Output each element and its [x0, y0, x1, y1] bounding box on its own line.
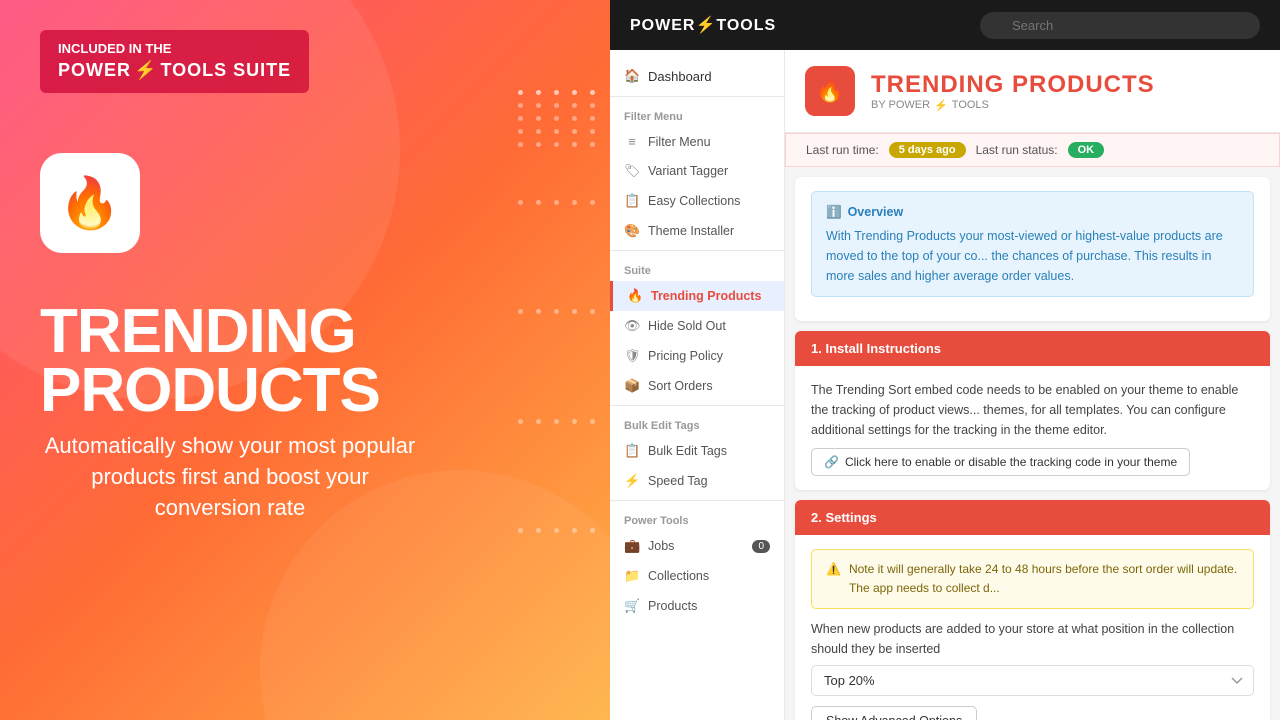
topbar: POWER⚡TOOLS 🔍 — [610, 0, 1280, 50]
jobs-badge: 0 — [752, 540, 770, 553]
external-link-icon: 🔗 — [824, 455, 839, 469]
sidebar-item-sort-orders[interactable]: 📦 Sort Orders — [610, 371, 784, 401]
tracking-code-button[interactable]: 🔗 Click here to enable or disable the tr… — [811, 448, 1190, 476]
status-bar: Last run time: 5 days ago Last run statu… — [785, 133, 1280, 167]
sidebar-item-bulk-edit-tags[interactable]: 📋 Bulk Edit Tags — [610, 436, 784, 466]
field-label: When new products are added to your stor… — [811, 619, 1254, 659]
sidebar-item-jobs[interactable]: 💼 Jobs 0 — [610, 531, 784, 561]
sidebar-item-dashboard[interactable]: 🏠 Dashboard — [610, 60, 784, 92]
overview-description: With Trending Products your most-viewed … — [826, 226, 1239, 286]
content-header: 🔥 TRENDING PRODUCTS BY POWER ⚡ TOOLS — [785, 50, 1280, 133]
dashboard-label: Dashboard — [648, 69, 712, 84]
badge-bolt-icon: ⚡ — [134, 58, 157, 83]
sidebar-item-variant-tagger[interactable]: 🏷 Variant Tagger — [610, 156, 784, 186]
collections-icon: 📁 — [624, 568, 640, 584]
bulk-edit-section: Bulk Edit Tags — [610, 410, 784, 436]
overview-info-box: ℹ️ Overview With Trending Products your … — [811, 191, 1254, 297]
app-title: TRENDING PRODUCTS — [40, 263, 380, 421]
easy-collections-icon: 📋 — [624, 193, 640, 209]
bulk-edit-icon: 📋 — [624, 443, 640, 459]
search-input[interactable] — [980, 12, 1260, 39]
app-subtitle: Automatically show your most popular pro… — [40, 431, 420, 523]
hide-sold-out-icon: 👁 — [624, 318, 640, 334]
sidebar-item-theme-installer[interactable]: 🎨 Theme Installer — [610, 216, 784, 246]
title-line2: PRODUCTS — [40, 362, 380, 421]
sidebar-item-speed-tag[interactable]: ⚡ Speed Tag — [610, 466, 784, 496]
logo-text2: TOOLS — [716, 17, 776, 34]
last-status-label: Last run status: — [976, 143, 1058, 157]
by-end: TOOLS — [952, 99, 989, 111]
badge-powertools: POWER — [58, 58, 131, 83]
status-badge: OK — [1068, 142, 1105, 158]
sidebar-item-filter-menu[interactable]: ≡ Filter Menu — [610, 127, 784, 156]
main-content: 🏠 Dashboard Filter Menu ≡ Filter Menu 🏷 … — [610, 50, 1280, 720]
overview-card: ℹ️ Overview With Trending Products your … — [795, 177, 1270, 321]
products-icon: 🛒 — [624, 598, 640, 614]
sidebar-item-hide-sold-out[interactable]: 👁 Hide Sold Out — [610, 311, 784, 341]
included-badge: INCLUDED IN THE POWER ⚡ TOOLS SUITE — [40, 30, 309, 93]
dashboard-icon: 🏠 — [624, 68, 640, 84]
install-card: 1. Install Instructions The Trending Sor… — [795, 331, 1270, 490]
search-wrapper: 🔍 — [980, 12, 1260, 39]
filter-menu-section: Filter Menu — [610, 101, 784, 127]
by-text: BY POWER — [871, 99, 930, 111]
install-header: 1. Install Instructions — [795, 331, 1270, 366]
sort-orders-icon: 📦 — [624, 378, 640, 394]
sidebar: 🏠 Dashboard Filter Menu ≡ Filter Menu 🏷 … — [610, 50, 785, 720]
install-description: The Trending Sort embed code needs to be… — [811, 380, 1254, 440]
variant-tagger-icon: 🏷 — [624, 163, 640, 179]
warning-icon: ⚠️ — [826, 560, 841, 579]
jobs-icon: 💼 — [624, 538, 640, 554]
sidebar-item-easy-collections[interactable]: 📋 Easy Collections — [610, 186, 784, 216]
warning-box: ⚠️ Note it will generally take 24 to 48 … — [811, 549, 1254, 609]
theme-installer-icon: 🎨 — [624, 223, 640, 239]
title-line1: TRENDING — [40, 303, 380, 362]
install-title: 1. Install Instructions — [811, 341, 941, 356]
power-tools-section: Power Tools — [610, 505, 784, 531]
sidebar-item-pricing-policy[interactable]: 🛡 Pricing Policy — [610, 341, 784, 371]
logo-bolt-icon: ⚡ — [695, 17, 716, 34]
header-flame-icon: 🔥 — [816, 78, 843, 104]
header-icon: 🔥 — [805, 66, 855, 116]
suite-section: Suite — [610, 255, 784, 281]
pricing-policy-icon: 🛡 — [624, 348, 640, 364]
right-panel: POWER⚡TOOLS 🔍 🏠 Dashboard Filter Menu ≡ … — [610, 0, 1280, 720]
tracking-code-label: Click here to enable or disable the trac… — [845, 455, 1177, 469]
overview-heading: Overview — [848, 202, 904, 222]
sidebar-item-collections[interactable]: 📁 Collections — [610, 561, 784, 591]
left-panel: INCLUDED IN THE POWER ⚡ TOOLS SUITE 🔥 TR… — [0, 0, 610, 720]
badge-suite: TOOLS SUITE — [160, 58, 291, 83]
content-area: 🔥 TRENDING PRODUCTS BY POWER ⚡ TOOLS Las… — [785, 50, 1280, 720]
sidebar-item-trending-products[interactable]: 🔥 Trending Products — [610, 281, 784, 311]
overview-body: ℹ️ Overview With Trending Products your … — [795, 177, 1270, 321]
logo-text1: POWER — [630, 17, 695, 34]
info-icon: ℹ️ — [826, 202, 842, 222]
show-advanced-label: Show Advanced Options — [826, 714, 962, 720]
settings-title: 2. Settings — [811, 510, 877, 525]
by-bolt-icon: ⚡ — [934, 99, 948, 112]
flame-icon: 🔥 — [59, 174, 121, 233]
settings-body: ⚠️ Note it will generally take 24 to 48 … — [795, 535, 1270, 720]
install-body: The Trending Sort embed code needs to be… — [795, 366, 1270, 490]
last-run-value: 5 days ago — [889, 142, 966, 158]
overview-title: ℹ️ Overview — [826, 202, 1239, 222]
position-select[interactable]: Top 20% Top 40% Top 60% Bottom — [811, 665, 1254, 696]
show-advanced-button[interactable]: Show Advanced Options — [811, 706, 977, 720]
trending-icon: 🔥 — [627, 288, 643, 304]
badge-line1: INCLUDED IN THE — [58, 41, 171, 56]
page-title: TRENDING PRODUCTS — [871, 71, 1155, 99]
logo: POWER⚡TOOLS — [630, 15, 776, 35]
speed-tag-icon: ⚡ — [624, 473, 640, 489]
settings-card: 2. Settings ⚠️ Note it will generally ta… — [795, 500, 1270, 720]
sidebar-item-products[interactable]: 🛒 Products — [610, 591, 784, 621]
header-byline: BY POWER ⚡ TOOLS — [871, 99, 1155, 112]
app-icon: 🔥 — [40, 153, 140, 253]
settings-header: 2. Settings — [795, 500, 1270, 535]
warning-text: Note it will generally take 24 to 48 hou… — [849, 560, 1239, 598]
last-run-label: Last run time: — [806, 143, 879, 157]
filter-menu-icon: ≡ — [624, 134, 640, 149]
